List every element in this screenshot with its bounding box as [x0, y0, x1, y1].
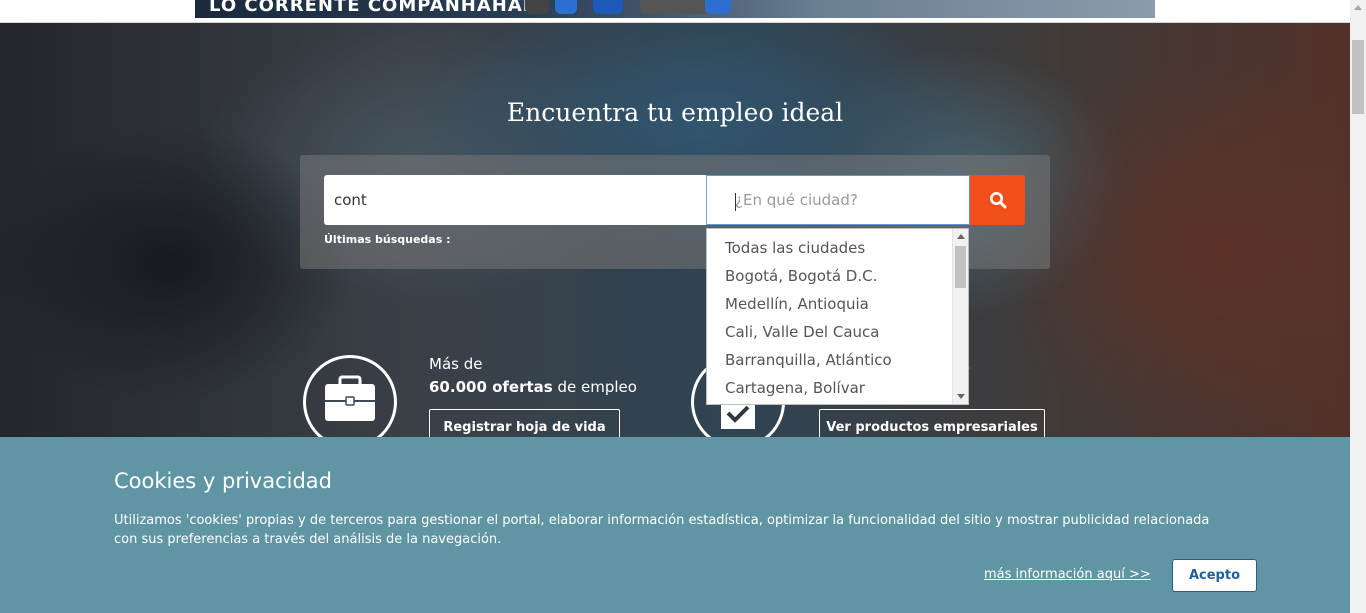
ad-product-image: [525, 0, 549, 14]
last-searches-label: Últimas búsquedas :: [324, 233, 451, 246]
ad-product-image: [593, 0, 623, 14]
briefcase-icon: [325, 375, 375, 421]
cookie-text: Utilizamos 'cookies' propias y de tercer…: [114, 513, 1210, 547]
keyword-search-input[interactable]: cont: [324, 175, 706, 225]
city-option[interactable]: Bogotá, Bogotá D.C.: [725, 262, 877, 290]
more-info-link[interactable]: más información aquí >>: [984, 567, 1151, 582]
text-caret: [735, 193, 736, 211]
offers-count: 60.000 ofertas: [429, 378, 553, 396]
accept-cookies-button[interactable]: Acepto: [1172, 559, 1257, 592]
page-scrollbar[interactable]: [1350, 0, 1366, 613]
city-dropdown-list[interactable]: Todas las ciudades Bogotá, Bogotá D.C. M…: [706, 228, 969, 405]
scroll-down-icon[interactable]: [957, 394, 965, 399]
city-option[interactable]: Cartagena, Bolívar: [725, 374, 865, 402]
dropdown-scroll-thumb[interactable]: [955, 246, 966, 288]
offers-suffix: de empleo: [552, 378, 637, 396]
search-button[interactable]: [970, 175, 1025, 225]
page-scroll-thumb[interactable]: [1352, 40, 1364, 114]
candidates-line1: Más de: [429, 355, 483, 373]
dropdown-scrollbar[interactable]: [952, 229, 968, 404]
cookie-banner: Cookies y privacidad Utilizamos 'cookies…: [0, 437, 1350, 613]
city-option[interactable]: Cali, Valle Del Cauca: [725, 318, 879, 346]
ad-product-image: [705, 0, 731, 14]
city-option[interactable]: Todas las ciudades: [725, 234, 865, 262]
city-option[interactable]: Medellín, Antioquia: [725, 290, 869, 318]
ad-banner[interactable]: LO CORRENTE COMPANHAHAF: [195, 0, 1155, 18]
hero-section: Encuentra tu empleo ideal cont ¿En qué c…: [0, 23, 1350, 449]
scroll-up-icon[interactable]: [957, 234, 965, 239]
city-option[interactable]: Barranquilla, Atlántico: [725, 346, 892, 374]
scroll-up-icon[interactable]: [1354, 5, 1362, 10]
ad-banner-text: LO CORRENTE COMPANHAHAF: [209, 0, 537, 16]
ad-product-image: [555, 0, 577, 14]
city-search-input[interactable]: ¿En qué ciudad?: [706, 175, 970, 225]
search-icon: [989, 192, 1006, 209]
cookie-title: Cookies y privacidad: [114, 469, 332, 493]
candidates-circle: [303, 355, 397, 449]
hero-title: Encuentra tu empleo ideal: [506, 98, 844, 127]
top-ad-area: LO CORRENTE COMPANHAHAF: [0, 0, 1350, 23]
candidates-offers-text: 60.000 ofertas de empleo: [429, 376, 637, 399]
